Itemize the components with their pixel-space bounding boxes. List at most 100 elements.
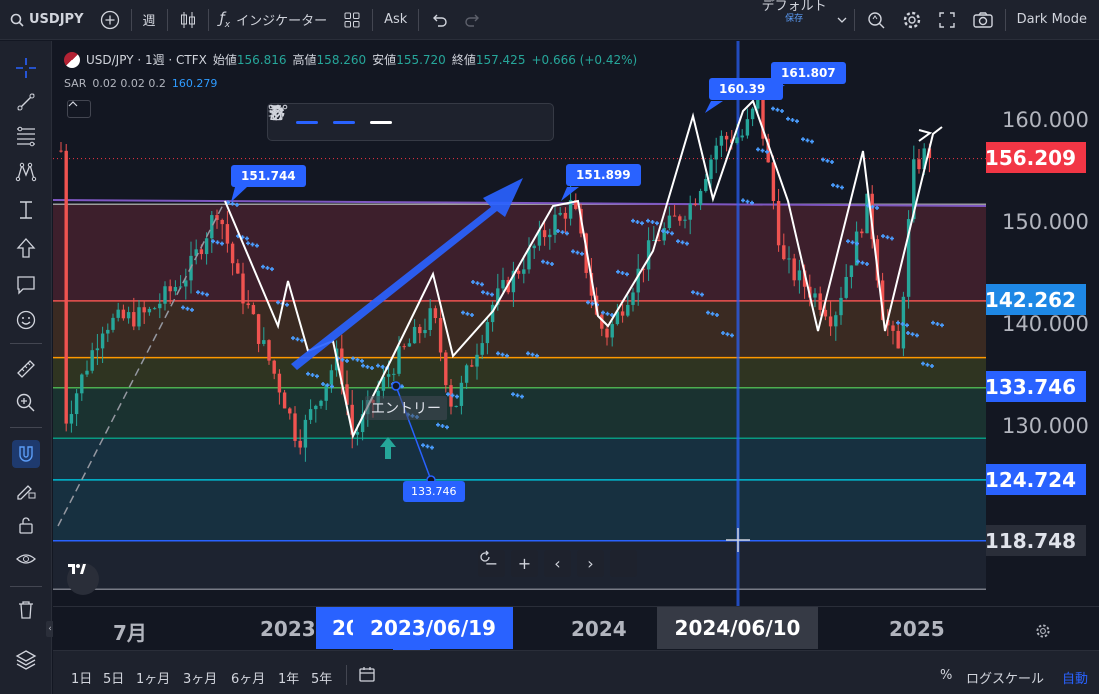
- zoom-tool[interactable]: [12, 389, 40, 417]
- annotation-tool[interactable]: [12, 271, 40, 299]
- trendline-tool[interactable]: [12, 88, 40, 116]
- chart-type-button[interactable]: [171, 0, 205, 40]
- candle-body: [74, 393, 79, 415]
- candle-body: [548, 234, 552, 238]
- candle-body: [126, 312, 131, 319]
- candle-body: [532, 245, 536, 249]
- projection-tool[interactable]: [12, 196, 40, 224]
- theme-toggle-button[interactable]: Dark Mode: [1009, 0, 1099, 40]
- fib-tool[interactable]: [12, 122, 40, 150]
- percent-scale-button[interactable]: %: [940, 668, 952, 683]
- candle-body: [750, 108, 755, 120]
- candle-body: [709, 159, 713, 179]
- scroll-right-button[interactable]: ›: [577, 550, 604, 577]
- collapse-legend-button[interactable]: [67, 100, 91, 118]
- sar-legend[interactable]: SAR 0.02 0.02 0.2 160.279: [64, 77, 217, 90]
- layout-dropdown[interactable]: [833, 0, 851, 40]
- time-tick: 2025: [889, 617, 945, 641]
- arrow-tool[interactable]: [12, 234, 40, 262]
- measure-vertical-icon: [20, 201, 32, 219]
- crosshair-tool[interactable]: [12, 54, 40, 82]
- tradingview-logo[interactable]: [67, 563, 99, 595]
- top-toolbar: USDJPY 週 ƒx インジケーター Ask デフォルト 保存 Dark Mo…: [0, 0, 1099, 40]
- symbol-search-button[interactable]: USDJPY: [0, 0, 92, 40]
- text-color-button[interactable]: [271, 103, 399, 141]
- scroll-left-button[interactable]: ‹: [544, 550, 571, 577]
- range-3m-button[interactable]: 3ヶ月: [183, 668, 217, 687]
- layout-menu-button[interactable]: デフォルト 保存: [756, 0, 833, 40]
- pattern-tool[interactable]: [12, 158, 40, 186]
- range-1d-button[interactable]: 1日: [71, 668, 92, 687]
- time-tick: 7月: [113, 621, 147, 645]
- candle-body: [683, 219, 687, 221]
- indicators-button[interactable]: ƒx インジケーター: [212, 0, 336, 40]
- go-to-date-button[interactable]: [358, 665, 376, 687]
- fullscreen-button[interactable]: [930, 0, 964, 40]
- magnet-tool[interactable]: [12, 440, 40, 468]
- time-axis[interactable]: 7月 2023 20 2023/06/19 2024 2024/06/10 20…: [53, 606, 1099, 652]
- candle-body: [776, 200, 781, 246]
- lock-all-tool[interactable]: [12, 511, 40, 539]
- candle-body: [464, 365, 469, 383]
- price-scale[interactable]: 160.000 150.000 140.000 130.000 156.209 …: [985, 41, 1099, 606]
- log-scale-button[interactable]: ログスケール: [966, 668, 1044, 687]
- candle-body: [849, 265, 854, 277]
- settings-button[interactable]: [894, 0, 930, 40]
- magnet-icon: [19, 446, 33, 462]
- redo-button[interactable]: [456, 0, 490, 40]
- hide-drawings-tool[interactable]: [12, 546, 40, 574]
- lock-drawing-button[interactable]: [271, 103, 473, 141]
- sar-params: 0.02 0.02 0.2: [92, 77, 166, 90]
- screenshot-button[interactable]: [964, 0, 1002, 40]
- layouts-button[interactable]: [335, 0, 369, 40]
- candle-body: [891, 325, 895, 331]
- ruler-tool[interactable]: [12, 355, 40, 383]
- candle-body: [303, 419, 308, 448]
- legend-low: 155.720: [396, 53, 446, 67]
- drawing-settings-button[interactable]: [269, 103, 436, 141]
- delete-drawing-button[interactable]: [271, 103, 510, 141]
- callout-swing-high-4[interactable]: 161.807: [771, 62, 846, 84]
- smiley-icon: [16, 310, 36, 330]
- quick-search-button[interactable]: [858, 0, 894, 40]
- range-5y-button[interactable]: 5年: [311, 668, 332, 687]
- reset-chart-button[interactable]: [480, 550, 637, 577]
- candle-body: [678, 216, 682, 221]
- line-color-button[interactable]: [270, 103, 325, 141]
- range-1y-button[interactable]: 1年: [278, 668, 299, 687]
- candle-body: [308, 409, 313, 420]
- fill-color-button[interactable]: [271, 103, 362, 141]
- price-type-button[interactable]: Ask: [376, 0, 415, 40]
- entry-text-label[interactable]: エントリー: [365, 396, 447, 420]
- compare-symbol-button[interactable]: [92, 0, 128, 40]
- candle-body: [277, 373, 282, 393]
- time-axis-settings-button[interactable]: [1035, 623, 1051, 643]
- callout-swing-high-1[interactable]: 151.744: [231, 165, 306, 187]
- zigzag-arrowhead: [918, 129, 933, 142]
- range-5d-button[interactable]: 5日: [103, 668, 124, 687]
- auto-scale-button[interactable]: 自動: [1062, 668, 1088, 687]
- zoom-in-button[interactable]: +: [511, 550, 538, 577]
- candle-body: [563, 212, 568, 219]
- legend-open-label: 始値: [212, 53, 237, 67]
- candle-body: [454, 405, 458, 407]
- undo-button[interactable]: [422, 0, 456, 40]
- candle-body: [470, 365, 474, 367]
- crosshair-icon: [16, 58, 36, 78]
- measure-value-label[interactable]: 133.746: [403, 481, 465, 502]
- eye-icon: [16, 554, 36, 564]
- remove-drawings-tool[interactable]: [12, 596, 40, 624]
- lock-drawing-mode-tool[interactable]: [12, 476, 40, 504]
- range-1m-button[interactable]: 1ヶ月: [136, 668, 170, 687]
- object-tree-tool[interactable]: [12, 646, 40, 674]
- chart-pane[interactable]: USD/JPY · 1週 · CTFX 始値156.816 高値158.260 …: [53, 41, 986, 606]
- more-options-button[interactable]: [268, 103, 547, 141]
- emoji-tool[interactable]: [12, 306, 40, 334]
- interval-button[interactable]: 週: [135, 0, 164, 40]
- candle-body: [714, 145, 718, 160]
- callout-swing-high-2[interactable]: 151.899: [566, 164, 641, 186]
- candle-body: [522, 269, 526, 274]
- range-6m-button[interactable]: 6ヶ月: [231, 668, 265, 687]
- candle-body: [137, 307, 141, 327]
- candle-body: [724, 135, 729, 140]
